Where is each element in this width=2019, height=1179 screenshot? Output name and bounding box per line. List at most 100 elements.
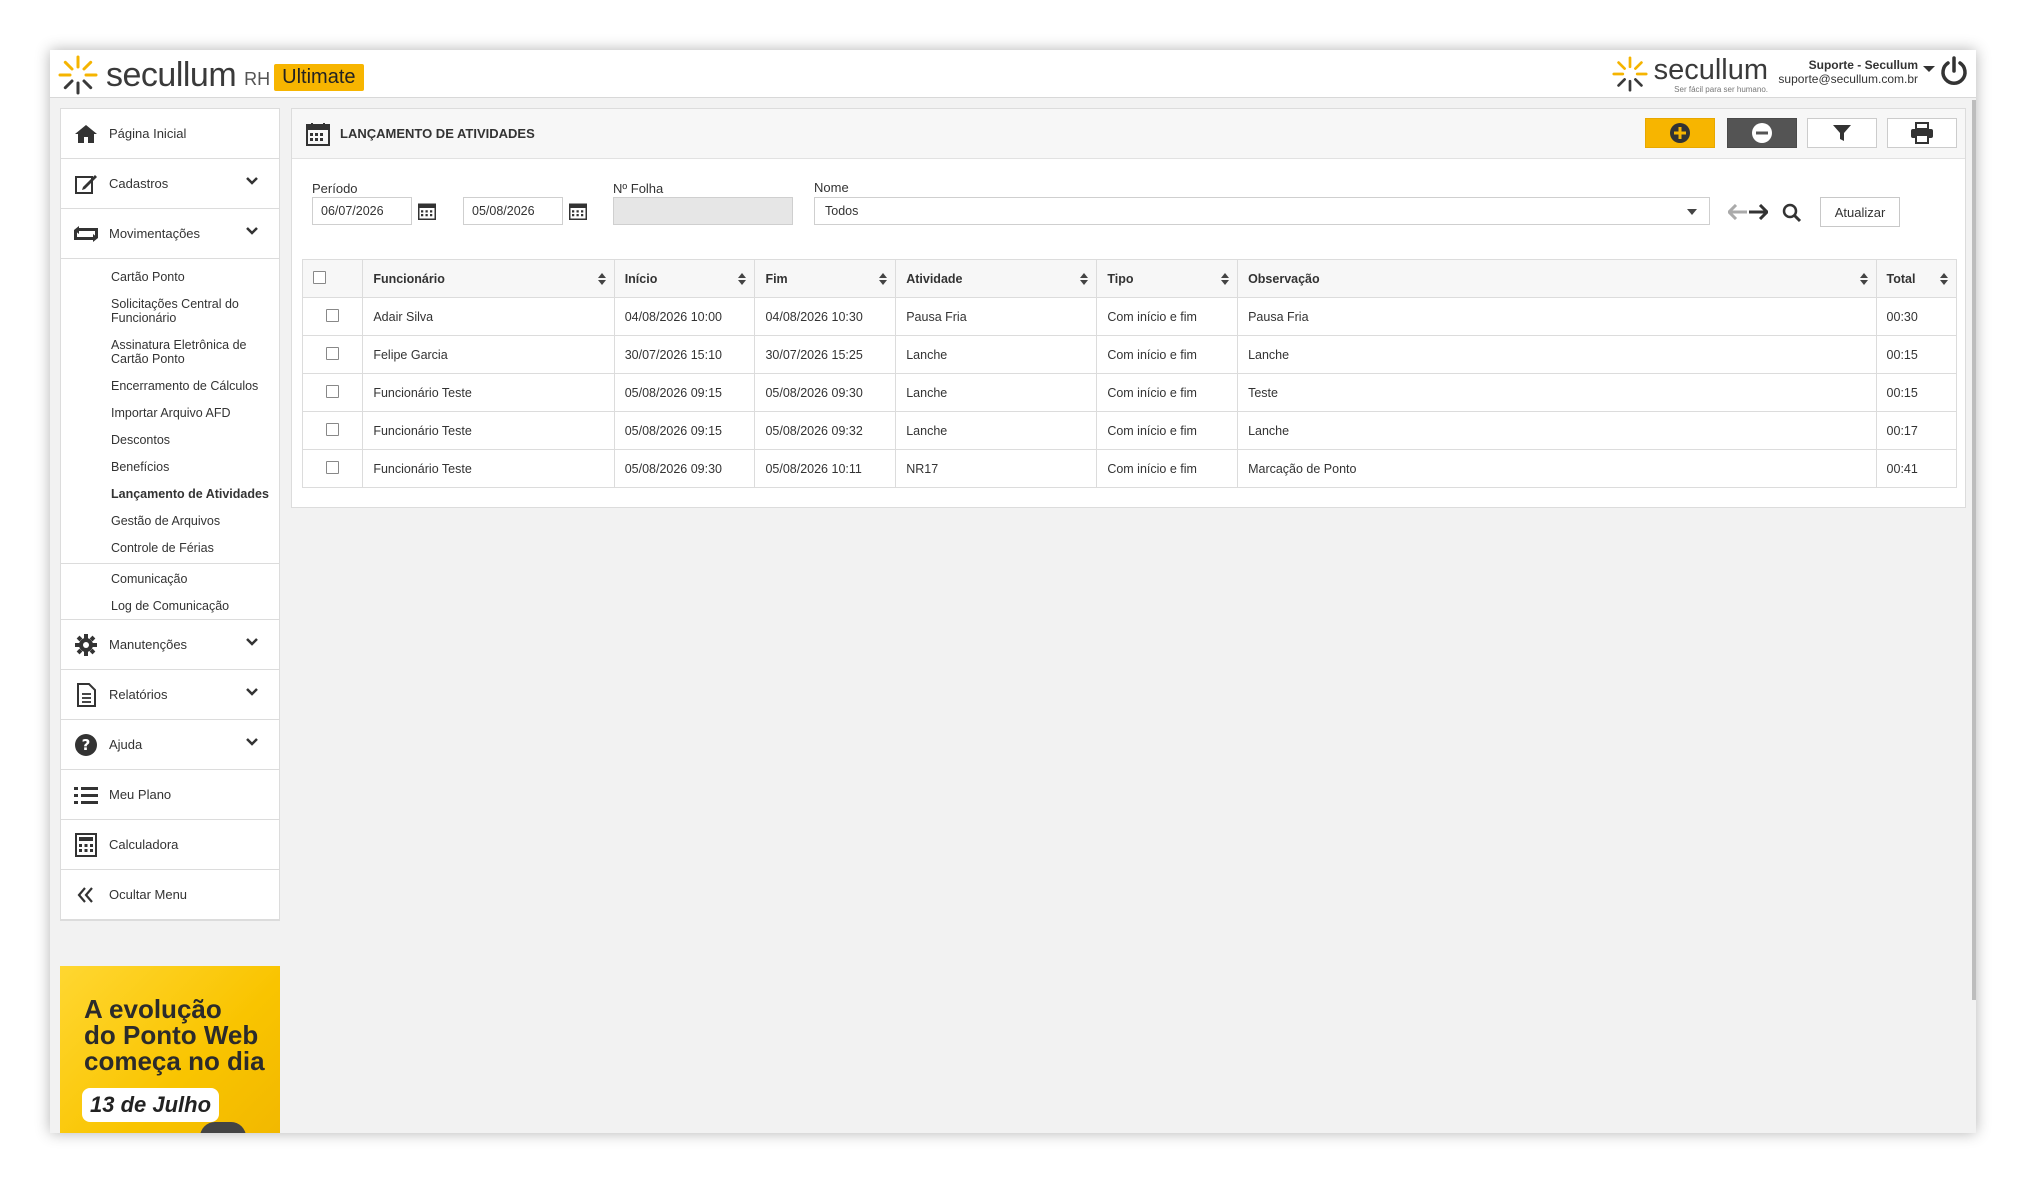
submenu-item[interactable]: Cartão Ponto (61, 263, 279, 290)
table-row[interactable]: Funcionário Teste 05/08/2026 09:15 05/08… (301, 411, 1958, 450)
sidebar-item-meu-plano[interactable]: Meu Plano (61, 770, 279, 820)
table-row[interactable]: Funcionário Teste 05/08/2026 09:30 05/08… (301, 449, 1958, 488)
row-select-cell (301, 297, 364, 336)
sidebar-item-label: Cadastros (109, 176, 169, 191)
cell-activity: Lanche (895, 373, 1098, 412)
sidebar-item-label: Meu Plano (109, 787, 172, 802)
column-header[interactable]: Tipo (1096, 259, 1239, 298)
submenu-item[interactable]: Gestão de Arquivos (61, 507, 279, 534)
sidebar-item-label: Manutenções (109, 637, 188, 652)
caret-down-icon[interactable] (1922, 64, 1936, 74)
sidebar-item-relatorios[interactable]: Relatórios (61, 670, 279, 720)
column-header[interactable]: Fim (754, 259, 897, 298)
period-end-input[interactable] (463, 197, 563, 225)
column-header[interactable]: Funcionário (362, 259, 615, 298)
submenu-item[interactable]: Benefícios (61, 453, 279, 480)
submenu-item[interactable]: Comunicação (61, 565, 279, 592)
add-button[interactable] (1645, 118, 1715, 148)
sort-icon (1940, 273, 1948, 285)
calendar-icon[interactable] (569, 202, 587, 220)
column-header[interactable]: Total (1875, 259, 1958, 298)
cell-observation: Lanche (1237, 411, 1877, 450)
brand-word: secullum (106, 55, 237, 94)
cell-observation: Marcação de Ponto (1237, 449, 1877, 488)
printer-icon (1911, 122, 1933, 144)
company-tagline: Ser fácil para ser humano. (1674, 84, 1768, 94)
select-all-checkbox[interactable] (313, 270, 326, 284)
period-start-input[interactable] (312, 197, 412, 225)
cell-type: Com início e fim (1096, 411, 1239, 450)
table-header-row: Funcionário Início Fim Atividade Tipo Ob… (301, 259, 1958, 298)
arrow-right-icon[interactable] (1748, 204, 1768, 220)
cell-total: 00:41 (1875, 449, 1958, 488)
submenu-item[interactable]: Encerramento de Cálculos (61, 372, 279, 399)
sidebar-item-ajuda[interactable]: ? Ajuda (61, 720, 279, 770)
submenu-item[interactable]: Solicitações Central do Funcionário (61, 290, 279, 331)
sidebar-item-manutencoes[interactable]: Manutenções (61, 620, 279, 670)
sidebar-item-movimentacoes[interactable]: Movimentações (61, 209, 279, 259)
user-info[interactable]: Suporte - Secullum suporte@secullum.com.… (1778, 58, 1918, 86)
row-checkbox[interactable] (326, 346, 340, 360)
table-row[interactable]: Felipe Garcia 30/07/2026 15:10 30/07/202… (301, 335, 1958, 374)
document-icon (73, 682, 99, 708)
column-header[interactable]: Atividade (895, 259, 1098, 298)
sidebar-item-label: Ajuda (109, 737, 143, 752)
sidebar-item-label: Relatórios (109, 687, 168, 702)
submenu-item-active[interactable]: Lançamento de Atividades (61, 480, 279, 507)
search-icon[interactable] (1782, 203, 1802, 223)
sun-logo-icon (58, 55, 98, 95)
cell-employee: Adair Silva (362, 297, 615, 336)
power-icon[interactable] (1940, 56, 1968, 88)
calendar-icon[interactable] (418, 202, 436, 220)
table-row[interactable]: Funcionário Teste 05/08/2026 09:15 05/08… (301, 373, 1958, 412)
cell-type: Com início e fim (1096, 335, 1239, 374)
filter-button[interactable] (1807, 118, 1877, 148)
name-select[interactable]: Todos (814, 197, 1710, 225)
sort-icon (1080, 273, 1089, 285)
cell-start: 30/07/2026 15:10 (613, 335, 756, 374)
submenu-item[interactable]: Descontos (61, 426, 279, 453)
folha-label: Nº Folha (613, 181, 664, 196)
cell-start: 05/08/2026 09:15 (613, 411, 756, 450)
submenu-item[interactable]: Assinatura Eletrônica de Cartão Ponto (61, 331, 279, 372)
promo-date: 13 de Julho (82, 1088, 220, 1122)
row-checkbox[interactable] (326, 308, 340, 322)
scrollbar[interactable] (1972, 100, 1976, 1000)
brand-logo[interactable]: secullum RH Ultimate (58, 54, 364, 96)
sort-icon (597, 273, 606, 285)
edition-badge: Ultimate (274, 63, 364, 91)
cell-type: Com início e fim (1096, 297, 1239, 336)
cell-employee: Funcionário Teste (362, 373, 615, 412)
arrow-left-icon[interactable] (1728, 204, 1748, 220)
submenu-item[interactable]: Controle de Férias (61, 534, 279, 561)
brand-rh: RH (244, 68, 271, 89)
update-button[interactable]: Atualizar (1820, 197, 1900, 227)
row-checkbox[interactable] (326, 384, 340, 398)
calendar-icon (306, 122, 330, 146)
cell-activity: NR17 (895, 449, 1098, 488)
row-checkbox[interactable] (326, 422, 340, 436)
row-checkbox[interactable] (326, 460, 340, 474)
print-button[interactable] (1887, 118, 1957, 148)
chevron-down-icon (246, 638, 258, 646)
submenu-item[interactable]: Importar Arquivo AFD (61, 399, 279, 426)
cell-activity: Pausa Fria (895, 297, 1098, 336)
submenu-item[interactable]: Log de Comunicação (61, 592, 279, 619)
calculator-icon (73, 832, 99, 858)
sidebar-item-hide-menu[interactable]: Ocultar Menu (61, 870, 279, 920)
chevron-down-icon (246, 738, 258, 746)
sidebar-item-cadastros[interactable]: Cadastros (61, 159, 279, 209)
company-logo: secullum Ser fácil para ser humano. (1612, 52, 1768, 96)
chevron-down-icon (246, 177, 258, 185)
promo-banner[interactable]: A evolução do Ponto Web começa no dia 13… (60, 966, 280, 1133)
cell-observation: Lanche (1237, 335, 1877, 374)
sidebar-item-calculadora[interactable]: Calculadora (61, 820, 279, 870)
column-header[interactable]: Início (613, 259, 756, 298)
table-row[interactable]: Adair Silva 04/08/2026 10:00 04/08/2026 … (301, 297, 1958, 336)
remove-button[interactable] (1727, 118, 1797, 148)
row-select-cell (301, 411, 364, 450)
sidebar-item-home[interactable]: Página Inicial (61, 109, 279, 159)
row-select-cell (301, 449, 364, 488)
column-header[interactable]: Observação (1237, 259, 1877, 298)
chevron-down-icon (246, 227, 258, 235)
